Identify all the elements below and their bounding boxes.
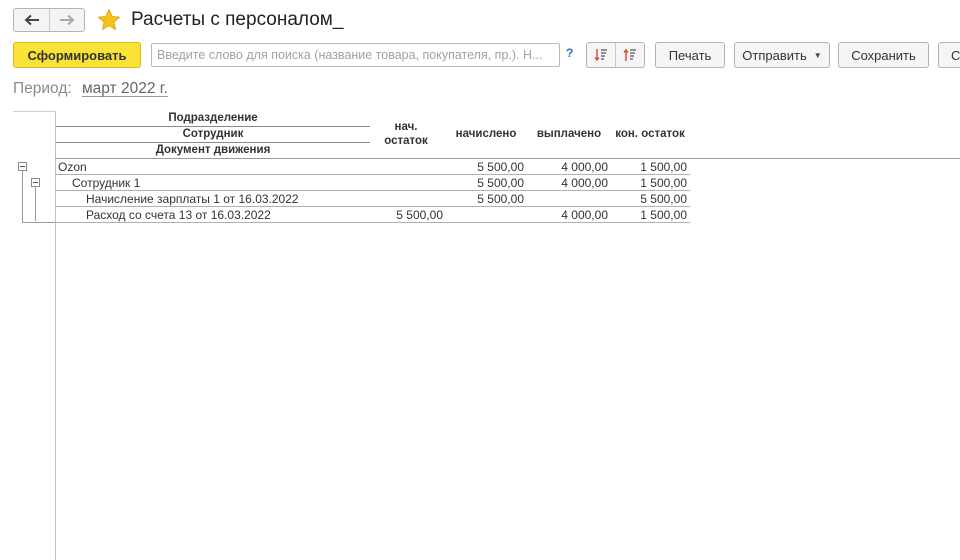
collapse-icon[interactable] bbox=[31, 178, 40, 187]
table-row-divider bbox=[55, 190, 690, 191]
search-input[interactable] bbox=[151, 43, 560, 67]
row-start-balance: 5 500,00 bbox=[396, 208, 443, 222]
table-row-divider bbox=[55, 222, 690, 223]
header-divider bbox=[56, 142, 370, 143]
chevron-down-icon: ▼ bbox=[813, 50, 822, 60]
row-accrued: 5 500,00 bbox=[477, 160, 524, 174]
header-bottom-border bbox=[55, 158, 960, 159]
row-paid: 4 000,00 bbox=[561, 160, 608, 174]
arrow-right-icon bbox=[60, 14, 75, 26]
navigation-buttons bbox=[13, 8, 85, 32]
sort-descending-icon bbox=[623, 48, 636, 61]
send-button-label: Отправить bbox=[742, 47, 807, 63]
sort-descending-button[interactable] bbox=[615, 43, 644, 67]
report-frame-top bbox=[13, 111, 56, 112]
arrow-left-icon bbox=[24, 14, 39, 26]
row-accrued: 5 500,00 bbox=[477, 192, 524, 206]
period-label: Период: bbox=[13, 80, 72, 97]
header-employee: Сотрудник bbox=[182, 128, 244, 140]
table-row-divider bbox=[55, 174, 690, 175]
sort-ascending-icon bbox=[594, 49, 607, 62]
row-end-balance: 1 500,00 bbox=[640, 176, 687, 190]
header-start-balance-line1: нач. bbox=[394, 121, 418, 133]
more-button[interactable]: С bbox=[938, 42, 960, 68]
header-accrued: начислено bbox=[455, 128, 517, 140]
sort-buttons bbox=[586, 42, 645, 68]
period-link[interactable]: март 2022 г. bbox=[82, 80, 168, 98]
tree-guide-line bbox=[35, 187, 36, 221]
header-start-balance-line2: остаток bbox=[384, 135, 428, 147]
save-button-label: Сохранить bbox=[851, 47, 916, 63]
header-paid: выплачено bbox=[536, 128, 602, 140]
header-end-balance: кон. остаток bbox=[615, 128, 685, 140]
header-document: Документ движения bbox=[155, 144, 271, 156]
generate-button[interactable]: Сформировать bbox=[13, 42, 141, 68]
tree-guide-line bbox=[22, 171, 23, 223]
page-title: Расчеты с персоналом_ bbox=[131, 9, 344, 30]
more-button-label: С bbox=[951, 47, 960, 63]
row-name: Сотрудник 1 bbox=[72, 176, 141, 190]
row-accrued: 5 500,00 bbox=[477, 176, 524, 190]
row-name: Ozon bbox=[58, 160, 87, 174]
header-divider bbox=[56, 126, 370, 127]
row-name: Расход со счета 13 от 16.03.2022 bbox=[86, 208, 271, 222]
report-frame-left bbox=[55, 111, 56, 560]
help-link[interactable]: ? bbox=[566, 46, 573, 60]
send-button[interactable]: Отправить ▼ bbox=[734, 42, 830, 68]
print-button[interactable]: Печать bbox=[655, 42, 725, 68]
print-button-label: Печать bbox=[668, 47, 712, 63]
table-row-divider bbox=[55, 206, 690, 207]
row-paid: 4 000,00 bbox=[561, 176, 608, 190]
back-button[interactable] bbox=[14, 9, 49, 31]
forward-button[interactable] bbox=[49, 9, 84, 31]
sort-ascending-button[interactable] bbox=[587, 43, 615, 67]
tree-guide-line bbox=[22, 222, 55, 223]
header-department: Подразделение bbox=[168, 112, 258, 124]
row-end-balance: 5 500,00 bbox=[640, 192, 687, 206]
collapse-icon[interactable] bbox=[18, 162, 27, 171]
row-name: Начисление зарплаты 1 от 16.03.2022 bbox=[86, 192, 299, 206]
save-button[interactable]: Сохранить bbox=[838, 42, 929, 68]
row-paid: 4 000,00 bbox=[561, 208, 608, 222]
row-end-balance: 1 500,00 bbox=[640, 208, 687, 222]
star-icon[interactable] bbox=[97, 8, 121, 32]
row-end-balance: 1 500,00 bbox=[640, 160, 687, 174]
